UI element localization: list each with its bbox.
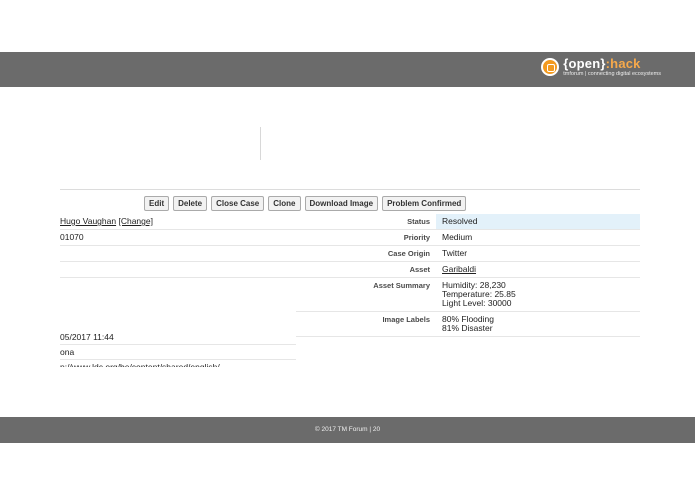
download-image-button[interactable]: Download Image	[304, 196, 379, 211]
asset-link[interactable]: Garibaldi	[442, 265, 634, 274]
brand-tagline: tmforum | connecting digital ecosystems	[563, 71, 661, 77]
detail-label: Asset	[409, 265, 430, 274]
detail-row-asset-summary: Asset Summary Humidity: 28,230 Temperatu…	[296, 278, 640, 312]
left-empty-row	[60, 246, 296, 262]
detail-value: Humidity: 28,230 Temperature: 25.85 Ligh…	[442, 280, 516, 308]
brand-name: {open}:hack	[563, 56, 641, 71]
left-detail-column: Hugo Vaughan [Change] 01070	[60, 214, 296, 278]
detail-row-case-origin: Case Origin Twitter	[296, 246, 640, 262]
detail-value: Resolved	[436, 214, 640, 229]
detail-row-image-labels: Image Labels 80% Flooding 81% Disaster	[296, 312, 640, 337]
detail-label: Priority	[403, 233, 430, 242]
case-detail-table: Status Resolved Priority Medium Case Ori…	[296, 214, 640, 337]
case-toolbar: Edit Delete Close Case Clone Download Im…	[144, 196, 467, 211]
owner-row: Hugo Vaughan [Change]	[60, 214, 296, 230]
vertical-divider	[260, 127, 261, 160]
problem-confirmed-button[interactable]: Problem Confirmed	[382, 196, 467, 211]
owner-link[interactable]: Hugo Vaughan	[60, 216, 116, 226]
brand-logo: {open}:hack tmforum | connecting digital…	[541, 57, 661, 78]
clone-button[interactable]: Clone	[268, 196, 301, 211]
delete-button[interactable]: Delete	[173, 196, 208, 211]
detail-label: Case Origin	[387, 249, 430, 258]
left-empty-row	[60, 262, 296, 278]
top-banner: {open}:hack tmforum | connecting digital…	[0, 52, 695, 87]
left-lower-column: 05/2017 11:44 ona p://www.ldc.org/be/con…	[60, 330, 296, 367]
date-opened: 05/2017 11:44	[60, 330, 296, 345]
detail-row-status: Status Resolved	[296, 214, 640, 230]
close-case-button[interactable]: Close Case	[211, 196, 265, 211]
detail-label: Image Labels	[382, 315, 430, 324]
detail-label: Status	[407, 217, 430, 226]
detail-value: Twitter	[442, 248, 468, 258]
lock-icon	[541, 58, 560, 77]
detail-value: 80% Flooding 81% Disaster	[442, 314, 494, 333]
detail-label: Asset Summary	[373, 281, 430, 290]
edit-button[interactable]: Edit	[144, 196, 170, 211]
detail-value: Garibaldi	[436, 262, 640, 277]
case-number: 01070	[60, 230, 296, 246]
horizontal-divider	[60, 189, 640, 190]
detail-row-priority: Priority Medium	[296, 230, 640, 246]
location-value: ona	[60, 345, 296, 360]
detail-value: Medium	[442, 232, 473, 242]
url-value: p://www.ldc.org/be/content/shared/englis…	[60, 362, 227, 367]
change-owner-link[interactable]: [Change]	[118, 216, 153, 226]
footer-bar: © 2017 TM Forum | 20	[0, 417, 695, 443]
detail-row-asset: Asset Garibaldi	[296, 262, 640, 278]
